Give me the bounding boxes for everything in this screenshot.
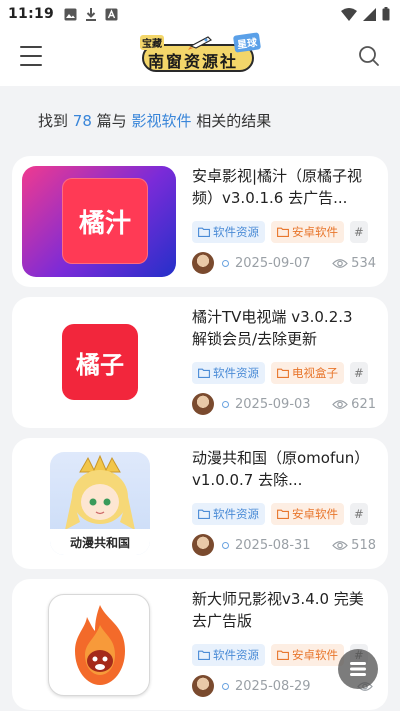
- eye-icon: [332, 399, 348, 409]
- post-title[interactable]: 橘汁TV电视端 v3.0.2.3 解锁会员/去除更新: [192, 306, 370, 350]
- eye-icon: [332, 540, 348, 550]
- thumbnail-label: 橘汁: [78, 208, 131, 239]
- app-header: 南窗资源社 宝藏 星球: [0, 28, 400, 86]
- author-avatar[interactable]: [192, 393, 214, 415]
- anime-character-icon: [65, 454, 135, 530]
- folder-icon: [277, 509, 289, 519]
- author-avatar[interactable]: [192, 675, 214, 697]
- folder-icon: [277, 368, 289, 378]
- site-logo[interactable]: 南窗资源社 宝藏 星球: [140, 32, 262, 79]
- tag-chip[interactable]: #: [350, 503, 368, 525]
- wifi-icon: [341, 7, 357, 21]
- post-thumbnail[interactable]: [22, 589, 176, 700]
- thumbnail-label: 动漫共和国: [69, 535, 130, 550]
- post-list: 橘汁 安卓影视|橘汁（原橘子视频）v3.0.1.6 去广告... 软件资源 安卓…: [0, 156, 400, 710]
- tag-chip[interactable]: 安卓软件: [271, 644, 344, 666]
- post-title[interactable]: 动漫共和国（原omofun）v1.0.0.7 去除...: [192, 447, 370, 491]
- date-dot-icon: [222, 259, 229, 267]
- post-meta: 2025-09-07 534: [192, 252, 376, 274]
- post-title[interactable]: 安卓影视|橘汁（原橘子视频）v3.0.1.6 去广告...: [192, 165, 370, 209]
- tag-chip[interactable]: #: [350, 221, 368, 243]
- font-icon: [105, 8, 118, 20]
- flame-logo-icon: [75, 605, 125, 685]
- view-count: 518: [332, 538, 376, 553]
- result-count: 78: [72, 112, 92, 130]
- tag-chip[interactable]: 安卓软件: [271, 503, 344, 525]
- floating-menu-button[interactable]: [338, 649, 378, 689]
- rocket-icon: [188, 36, 212, 50]
- tag-chip[interactable]: 安卓软件: [271, 221, 344, 243]
- tag-chip[interactable]: 软件资源: [192, 503, 265, 525]
- post-card[interactable]: 橘汁 安卓影视|橘汁（原橘子视频）v3.0.1.6 去广告... 软件资源 安卓…: [12, 156, 388, 287]
- post-date: 2025-09-03: [235, 396, 311, 412]
- status-time: 11:19: [8, 6, 55, 22]
- tag-chip[interactable]: 电视盒子: [271, 362, 344, 384]
- post-card[interactable]: 橘子 橘汁TV电视端 v3.0.2.3 解锁会员/去除更新 软件资源 电视盒子 …: [12, 297, 388, 428]
- post-meta: 2025-09-03 621: [192, 393, 376, 415]
- post-thumbnail[interactable]: 橘汁: [22, 166, 176, 277]
- logo-tag-right: 星球: [232, 32, 262, 53]
- folder-icon: [198, 227, 210, 237]
- status-bar: 11:19: [0, 0, 400, 28]
- post-date: 2025-08-29: [235, 678, 311, 694]
- post-meta: 2025-08-31 518: [192, 534, 376, 556]
- tag-chip[interactable]: #: [350, 362, 368, 384]
- folder-icon: [277, 227, 289, 237]
- search-icon[interactable]: [358, 45, 380, 67]
- post-date: 2025-09-07: [235, 255, 311, 271]
- hamburger-icon: [20, 46, 42, 48]
- tag-chip[interactable]: 软件资源: [192, 644, 265, 666]
- date-dot-icon: [222, 541, 229, 549]
- search-keyword: 影视软件: [131, 112, 192, 130]
- folder-icon: [277, 650, 289, 660]
- folder-icon: [198, 509, 210, 519]
- post-thumbnail[interactable]: 橘子: [22, 307, 176, 418]
- author-avatar[interactable]: [192, 534, 214, 556]
- tag-chip[interactable]: 软件资源: [192, 221, 265, 243]
- post-title[interactable]: 新大师兄影视v3.4.0 完美去广告版: [192, 588, 370, 632]
- eye-icon: [332, 258, 348, 268]
- post-card[interactable]: 新大师兄影视v3.4.0 完美去广告版 软件资源 安卓软件 # 2025-08-…: [12, 579, 388, 710]
- date-dot-icon: [222, 682, 229, 690]
- logo-main-text: 南窗资源社: [148, 52, 239, 71]
- view-count: 621: [332, 397, 376, 412]
- logo-tag-left: 宝藏: [140, 35, 164, 50]
- folder-icon: [198, 650, 210, 660]
- battery-icon: [382, 7, 390, 21]
- post-date: 2025-08-31: [235, 537, 311, 553]
- folder-icon: [198, 368, 210, 378]
- view-count: 534: [332, 256, 376, 271]
- gallery-icon: [64, 8, 77, 20]
- tag-list: 软件资源 安卓软件 #: [192, 221, 388, 245]
- search-result-summary: 找到 78 篇与 影视软件 相关的结果: [38, 112, 272, 130]
- thumbnail-label: 橘子: [76, 349, 124, 379]
- post-thumbnail[interactable]: 动漫共和国: [22, 448, 176, 559]
- tag-chip[interactable]: 软件资源: [192, 362, 265, 384]
- post-card[interactable]: 动漫共和国 动漫共和国（原omofun）v1.0.0.7 去除... 软件资源 …: [12, 438, 388, 569]
- tag-list: 软件资源 电视盒子 #: [192, 362, 388, 386]
- menu-button[interactable]: [20, 46, 42, 66]
- stack-icon: [350, 662, 366, 676]
- download-icon: [86, 7, 97, 21]
- date-dot-icon: [222, 400, 229, 408]
- author-avatar[interactable]: [192, 252, 214, 274]
- signal-icon: [363, 7, 376, 21]
- tag-list: 软件资源 安卓软件 #: [192, 503, 388, 527]
